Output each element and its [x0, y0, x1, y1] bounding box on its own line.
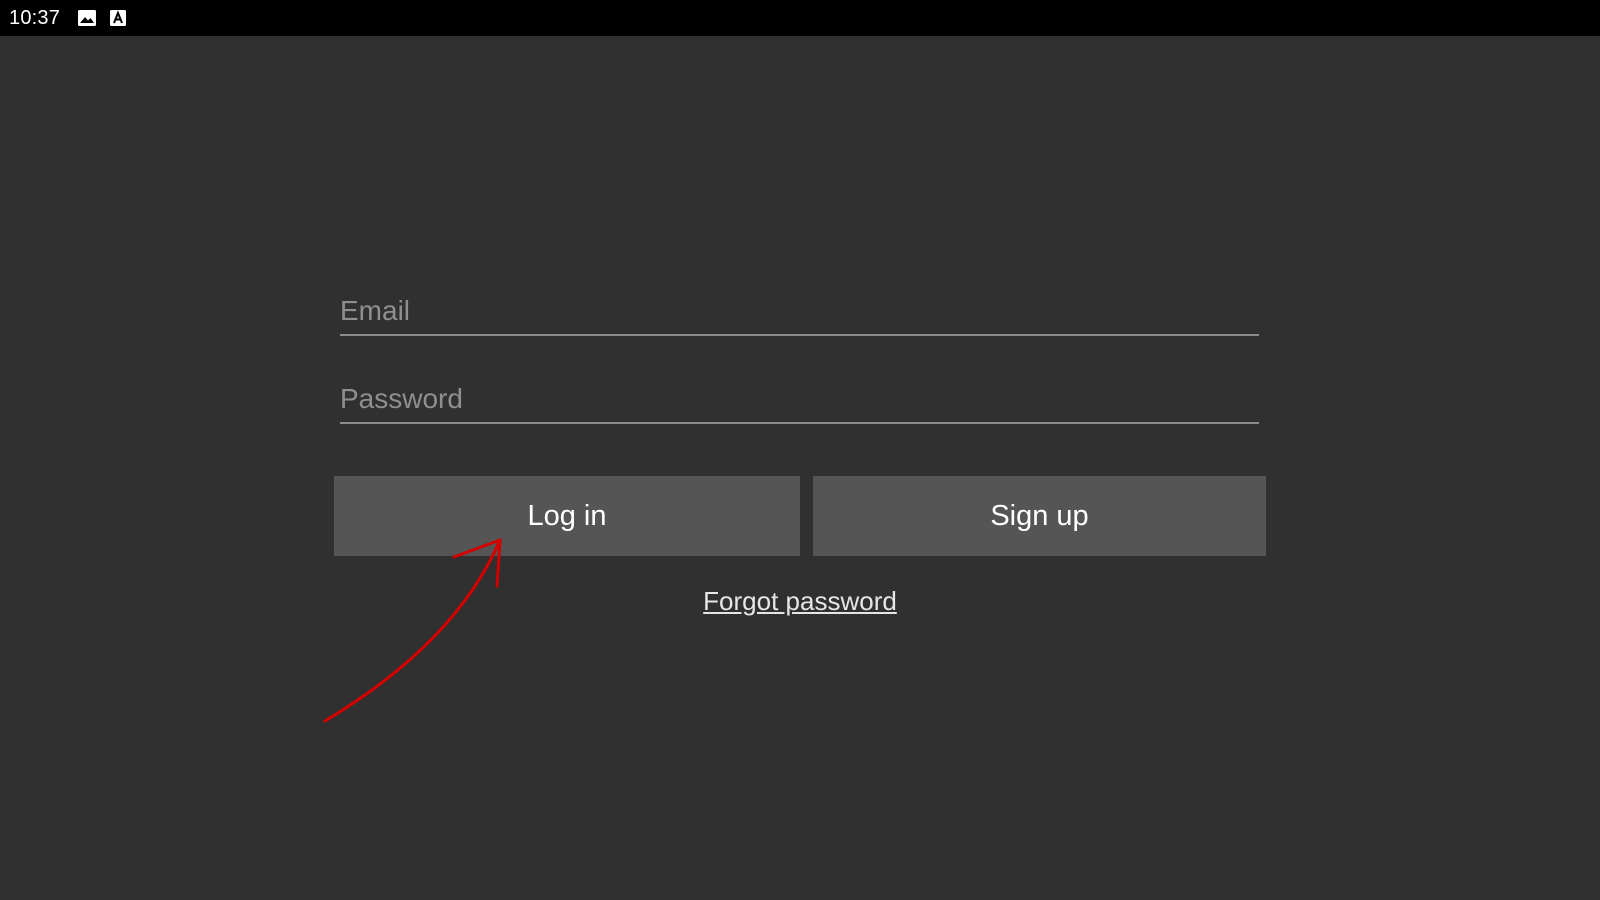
email-input[interactable] — [340, 288, 1259, 334]
status-time: 10:37 — [9, 6, 61, 29]
forgot-password-link[interactable]: Forgot password — [600, 586, 1000, 617]
login-screen: 10:37 Log in Sign up Forgot password — [0, 0, 1600, 900]
password-field[interactable] — [340, 376, 1259, 424]
password-input[interactable] — [340, 376, 1259, 422]
status-bar: 10:37 — [0, 0, 1600, 36]
annotation-arrow-icon — [323, 538, 502, 723]
email-field[interactable] — [340, 288, 1259, 336]
signup-button-label: Sign up — [990, 499, 1089, 532]
image-icon — [78, 10, 97, 26]
font-a-icon — [110, 10, 128, 26]
signup-button[interactable]: Sign up — [813, 476, 1266, 556]
login-button[interactable]: Log in — [334, 476, 800, 556]
login-button-label: Log in — [527, 499, 607, 532]
